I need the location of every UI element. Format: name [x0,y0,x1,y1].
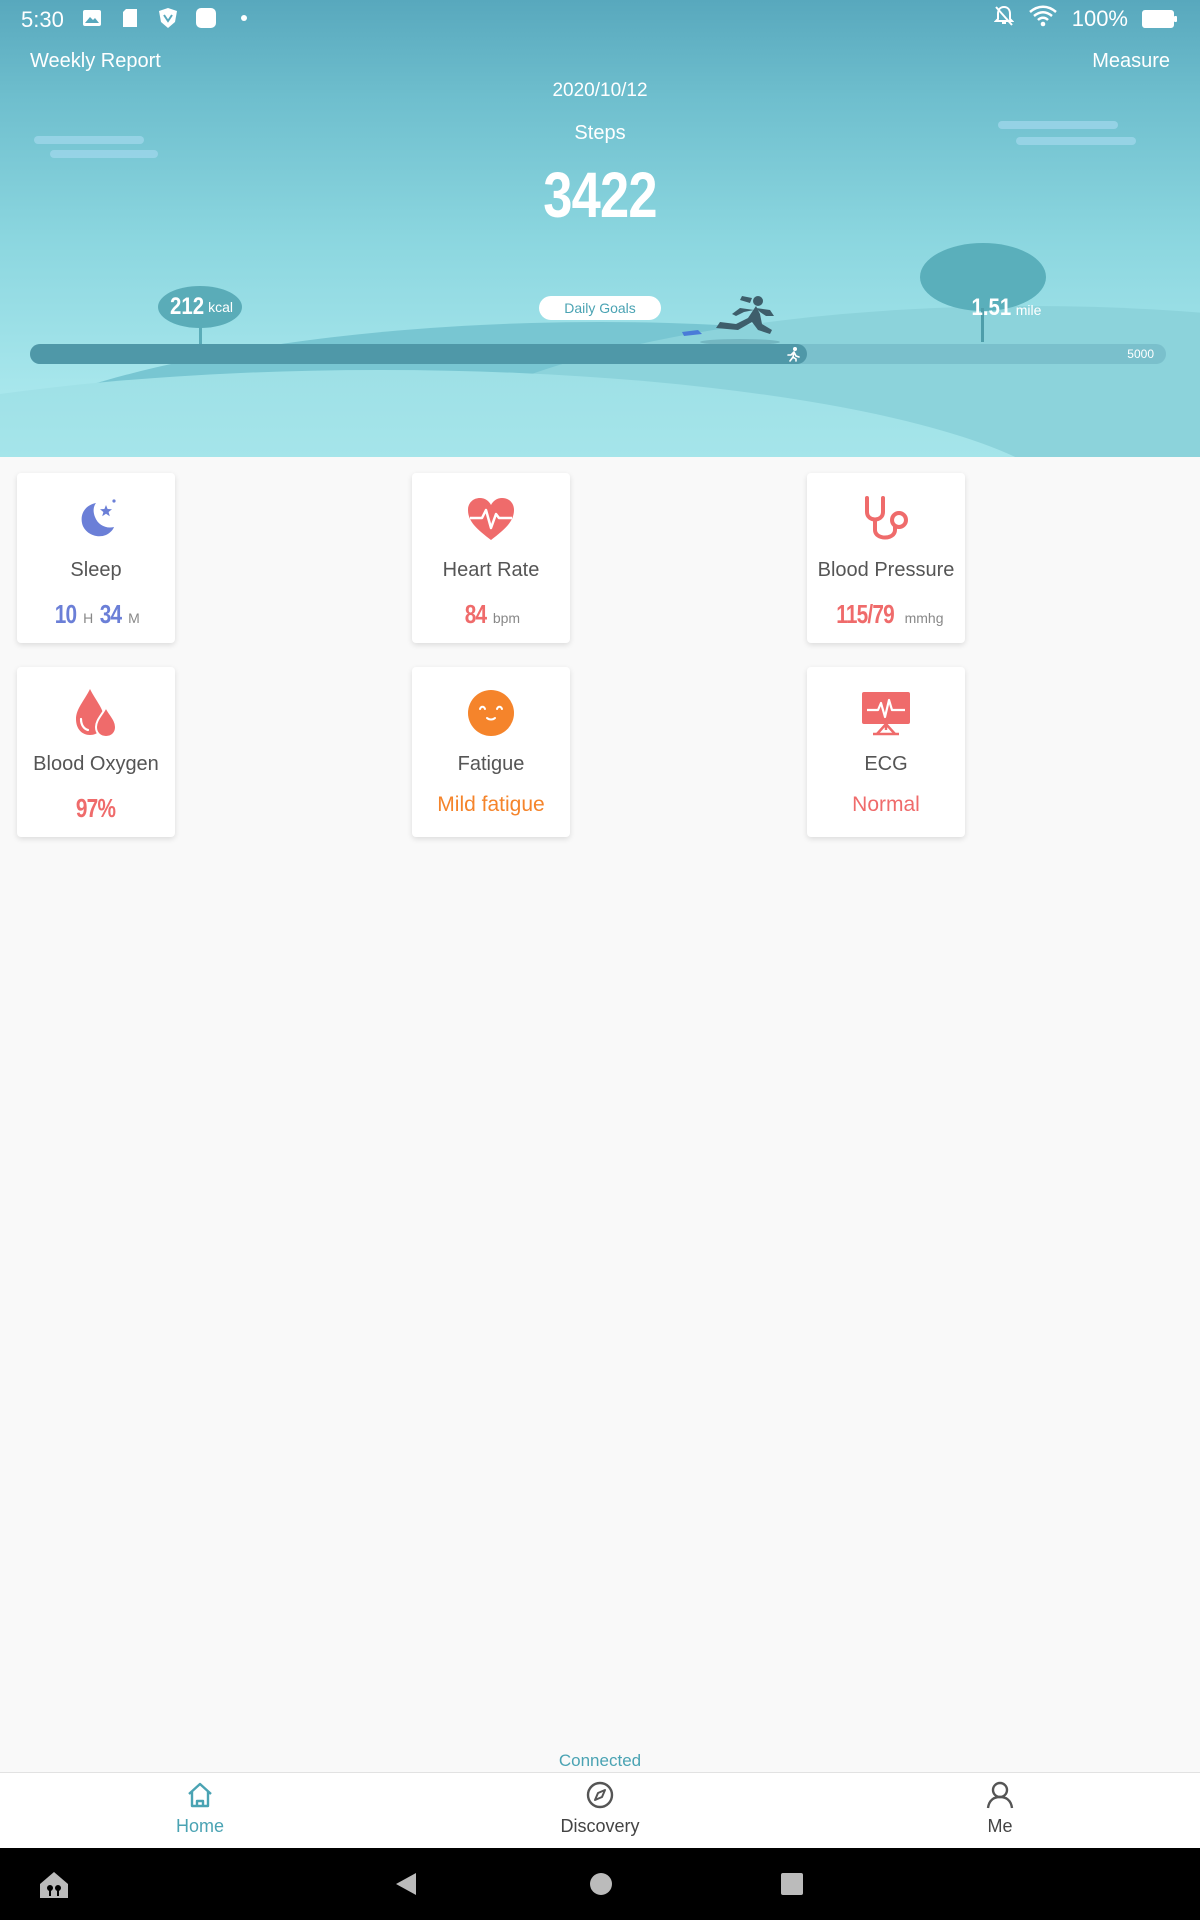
heart-rate-card[interactable]: Heart Rate 84 bpm [412,473,570,643]
runner-marker-icon [785,346,801,362]
accessibility-icon[interactable] [38,1870,70,1905]
blood-oxygen-number: 97% [76,793,116,823]
steps-hero: 5:30 100% Weekly Report Measure 2020/10/… [0,0,1200,457]
smiley-face-icon [412,689,570,737]
sleep-minutes: 34 [99,599,122,629]
steps-value: 3422 [543,159,657,231]
nav-home-label: Home [175,1816,224,1836]
stethoscope-icon [807,495,965,543]
nav-discovery-label: Discovery [560,1816,640,1836]
back-icon[interactable] [394,1871,418,1902]
heart-rate-unit: bpm [492,610,521,626]
compass-icon [586,1781,614,1809]
home-icon [186,1781,214,1809]
nav-me[interactable]: Me [900,1773,1100,1849]
nav-me-label: Me [987,1816,1013,1836]
calories-value: 212 [170,293,205,320]
system-navigation-bar [0,1848,1200,1920]
goal-value: 5000 [1127,347,1154,361]
weekly-report-link[interactable]: Weekly Report [30,50,161,73]
fatigue-card[interactable]: Fatigue Mild fatigue [412,667,570,837]
blood-oxygen-card[interactable]: Blood Oxygen 97% [17,667,175,837]
sleep-title: Sleep [70,559,122,581]
steps-progress-fill [30,344,808,364]
measure-link[interactable]: Measure [1092,50,1170,73]
app-icon [194,6,218,30]
blood-oxygen-title: Blood Oxygen [33,753,159,775]
heart-pulse-icon [412,495,570,543]
sd-card-icon [118,6,142,30]
sleep-hours: 10 [54,599,77,629]
calories-bubble: 212 kcal [158,286,242,328]
status-time: 5:30 [21,7,64,32]
status-bar: 5:30 100% [0,0,1200,38]
blood-oxygen-value: 97% [17,793,175,824]
nav-discovery[interactable]: Discovery [500,1773,700,1849]
sleep-value: 10 H 34 M [17,599,175,630]
recents-icon[interactable] [780,1872,804,1901]
ecg-value: Normal [807,793,965,817]
cloud-decoration [1016,137,1136,145]
distance-unit: mile [1015,302,1042,318]
heart-rate-number: 84 [464,599,487,629]
person-icon [986,1781,1014,1809]
runner-illustration [680,294,790,349]
bell-off-icon [993,5,1015,32]
notification-dot-icon [232,6,256,30]
vpn-shield-icon [156,6,180,30]
ecg-monitor-icon [807,689,965,737]
distance-label: 1.51 mile [968,294,1042,322]
blood-pressure-number: 115/79 [835,599,894,629]
bottom-nav: Home Discovery Me [0,1772,1200,1848]
moon-star-icon [17,495,175,543]
ecg-status: Normal [852,793,920,816]
ecg-title: ECG [864,753,908,775]
wifi-icon [1028,5,1058,32]
report-date: 2020/10/12 [552,80,648,101]
blood-pressure-unit: mmhg [904,610,944,626]
sleep-card[interactable]: Sleep 10 H 34 M [17,473,175,643]
home-circle-icon[interactable] [589,1872,613,1901]
distance-value: 1.51 [971,294,1012,321]
connection-status: Connected [558,1751,642,1770]
sleep-hours-unit: H [83,610,94,626]
steps-progress-bar: 5000 [30,344,1166,364]
image-icon [80,6,104,30]
heart-rate-value: 84 bpm [412,599,570,630]
blood-pressure-title: Blood Pressure [817,559,955,581]
blood-pressure-value: 115/79 mmhg [807,599,965,630]
blood-pressure-card[interactable]: Blood Pressure 115/79 mmhg [807,473,965,643]
fatigue-title: Fatigue [457,753,525,775]
ecg-card[interactable]: ECG Normal [807,667,965,837]
calories-unit: kcal [208,299,233,315]
cloud-decoration [998,121,1118,129]
cloud-decoration [34,136,144,144]
kcal-signpost [199,326,202,344]
fatigue-status: Mild fatigue [437,793,545,816]
cloud-decoration [50,150,158,158]
battery-icon [1142,9,1177,28]
heart-rate-title: Heart Rate [442,559,540,581]
battery-percent: 100% [1071,5,1128,31]
fatigue-value: Mild fatigue [412,793,570,817]
daily-goals-button[interactable]: Daily Goals [539,296,661,320]
nav-home[interactable]: Home [100,1773,300,1849]
blood-drops-icon [17,689,175,739]
sleep-minutes-unit: M [128,610,140,626]
